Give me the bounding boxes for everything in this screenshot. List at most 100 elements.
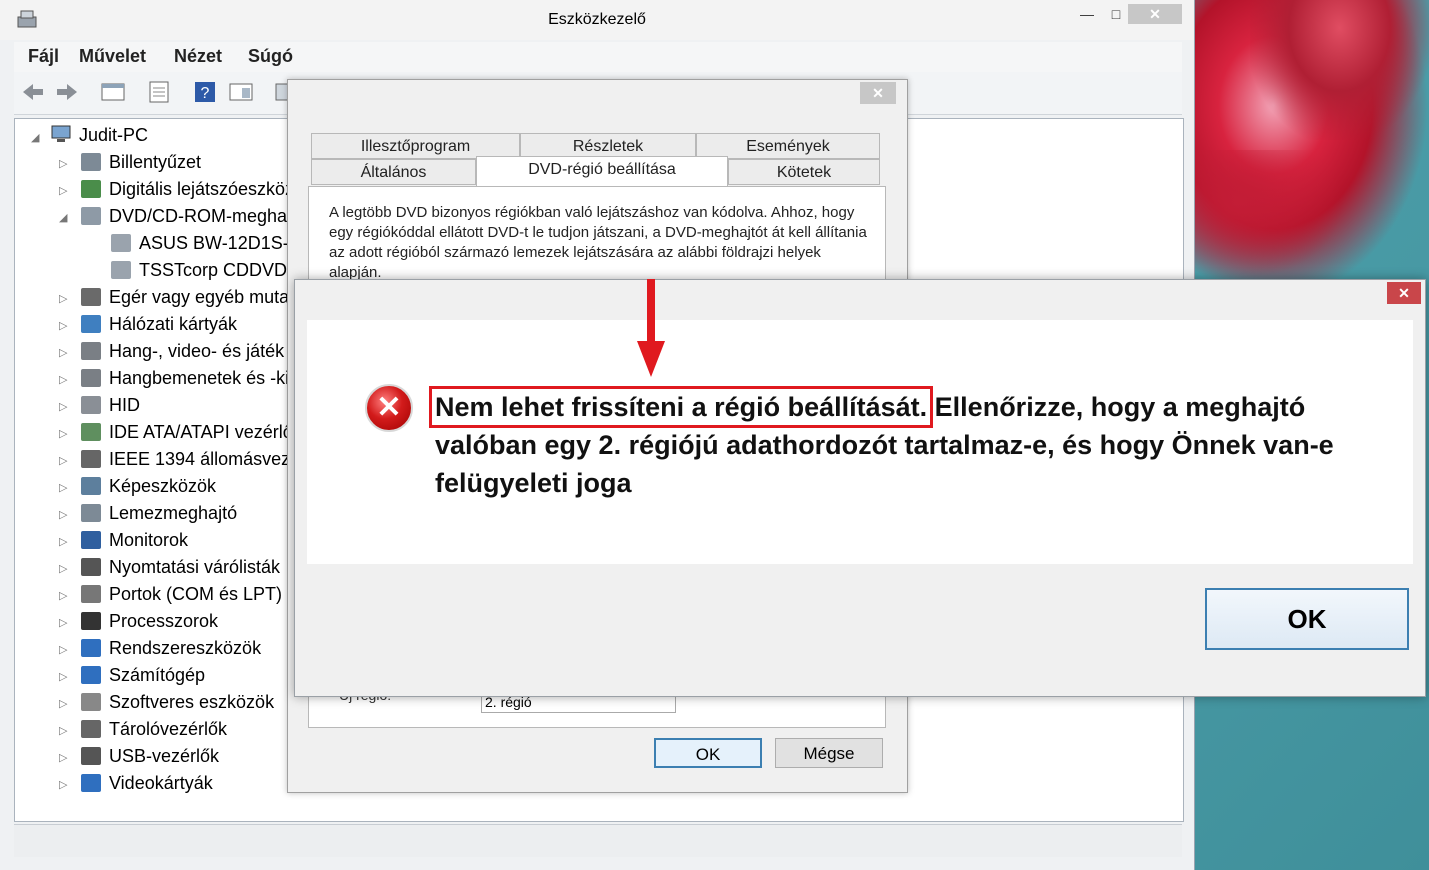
show-hide-console-icon[interactable] bbox=[100, 80, 126, 104]
status-bar bbox=[14, 824, 1182, 857]
device-category-icon bbox=[81, 315, 101, 333]
expand-arrow-icon[interactable]: ▷ bbox=[59, 778, 67, 791]
expand-arrow-icon[interactable]: ▷ bbox=[59, 589, 67, 602]
device-category-icon bbox=[81, 153, 101, 171]
minimize-button[interactable]: — bbox=[1075, 4, 1099, 24]
expand-arrow-icon[interactable]: ▷ bbox=[59, 481, 67, 494]
device-category-icon bbox=[81, 288, 101, 306]
device-category-icon bbox=[81, 612, 101, 630]
collapse-arrow-icon[interactable]: ◢ bbox=[31, 131, 39, 144]
expand-arrow-icon[interactable]: ▷ bbox=[59, 319, 67, 332]
expand-arrow-icon[interactable]: ▷ bbox=[59, 400, 67, 413]
menu-view[interactable]: Nézet bbox=[174, 46, 222, 67]
collapse-arrow-icon[interactable]: ◢ bbox=[59, 211, 67, 224]
tab-general[interactable]: Általános bbox=[311, 159, 476, 185]
tree-device-item[interactable]: TSSTcorp CDDVDW bbox=[139, 258, 304, 282]
tree-category-item[interactable]: Számítógép bbox=[109, 663, 205, 687]
back-arrow-icon[interactable] bbox=[20, 80, 46, 104]
tree-category-item[interactable]: Hálózati kártyák bbox=[109, 312, 237, 336]
expand-arrow-icon[interactable]: ▷ bbox=[59, 346, 67, 359]
expand-arrow-icon[interactable]: ▷ bbox=[59, 373, 67, 386]
properties-cancel-button[interactable]: Mégse bbox=[775, 738, 883, 768]
expand-arrow-icon[interactable]: ▷ bbox=[59, 292, 67, 305]
tree-category-item[interactable]: Rendszereszközök bbox=[109, 636, 261, 660]
menu-file[interactable]: Fájl bbox=[28, 46, 59, 67]
device-category-icon bbox=[81, 180, 101, 198]
tree-category-item[interactable]: Hang-, video- és játék bbox=[109, 339, 284, 363]
close-button[interactable]: ✕ bbox=[1128, 4, 1182, 24]
view-icon[interactable] bbox=[228, 80, 254, 104]
properties-ok-button[interactable]: OK bbox=[654, 738, 762, 768]
expand-arrow-icon[interactable]: ▷ bbox=[59, 427, 67, 440]
tree-category-item[interactable]: Lemezmeghajtó bbox=[109, 501, 237, 525]
tree-category-item[interactable]: Hangbemenetek és -ki bbox=[109, 366, 289, 390]
help-icon[interactable]: ? bbox=[192, 80, 218, 104]
properties-icon[interactable] bbox=[146, 80, 172, 104]
red-arrow-annotation bbox=[637, 279, 665, 377]
device-category-icon bbox=[81, 450, 101, 468]
device-category-icon bbox=[81, 504, 101, 522]
tree-device-item[interactable]: ASUS BW-12D1S-U bbox=[139, 231, 302, 255]
expand-arrow-icon[interactable]: ▷ bbox=[59, 157, 67, 170]
title-bar[interactable]: Eszközkezelő — □ ✕ bbox=[0, 0, 1194, 40]
device-category-icon bbox=[111, 234, 131, 252]
expand-arrow-icon[interactable]: ▷ bbox=[59, 643, 67, 656]
error-message-area: ✕ Nem lehet frissíteni a régió beállítás… bbox=[307, 320, 1413, 564]
window-title: Eszközkezelő bbox=[548, 11, 646, 28]
maximize-button[interactable]: □ bbox=[1104, 4, 1128, 24]
tree-category-item[interactable]: Egér vagy egyéb muta bbox=[109, 285, 289, 309]
device-category-icon bbox=[81, 747, 101, 765]
tree-category-item[interactable]: USB-vezérlők bbox=[109, 744, 219, 768]
expand-arrow-icon[interactable]: ▷ bbox=[59, 670, 67, 683]
tree-category-item[interactable]: IDE ATA/ATAPI vezérlő bbox=[109, 420, 293, 444]
device-category-icon bbox=[81, 369, 101, 387]
expand-arrow-icon[interactable]: ▷ bbox=[59, 454, 67, 467]
device-category-icon bbox=[81, 585, 101, 603]
expand-arrow-icon[interactable]: ▷ bbox=[59, 184, 67, 197]
menu-help[interactable]: Súgó bbox=[248, 46, 293, 67]
wallpaper-flower-petal bbox=[1194, 150, 1344, 280]
expand-arrow-icon[interactable]: ▷ bbox=[59, 724, 67, 737]
device-category-icon bbox=[81, 423, 101, 441]
expand-arrow-icon[interactable]: ▷ bbox=[59, 697, 67, 710]
expand-arrow-icon[interactable]: ▷ bbox=[59, 535, 67, 548]
device-category-icon bbox=[111, 261, 131, 279]
tab-dvd-region[interactable]: DVD-régió beállítása bbox=[476, 156, 728, 186]
error-message: Nem lehet frissíteni a régió beállítását… bbox=[428, 386, 1375, 502]
device-category-icon bbox=[81, 774, 101, 792]
device-category-icon bbox=[81, 207, 101, 225]
device-category-icon bbox=[81, 342, 101, 360]
expand-arrow-icon[interactable]: ▷ bbox=[59, 508, 67, 521]
tree-category-item[interactable]: Képeszközök bbox=[109, 474, 216, 498]
device-category-icon bbox=[81, 720, 101, 738]
tree-category-item[interactable]: Tárolóvezérlők bbox=[109, 717, 227, 741]
menu-action[interactable]: Művelet bbox=[79, 46, 146, 67]
tree-category-item[interactable]: Processzorok bbox=[109, 609, 218, 633]
tree-category-item[interactable]: IEEE 1394 állomásvezér bbox=[109, 447, 306, 471]
tree-category-item[interactable]: Videokártyák bbox=[109, 771, 213, 795]
tab-volumes[interactable]: Kötetek bbox=[728, 159, 880, 185]
tree-root[interactable]: Judit-PC bbox=[79, 123, 148, 147]
expand-arrow-icon[interactable]: ▷ bbox=[59, 616, 67, 629]
tree-category-item[interactable]: HID bbox=[109, 393, 140, 417]
tree-category-item[interactable]: Digitális lejátszóeszköz bbox=[109, 177, 294, 201]
tree-category-item[interactable]: DVD/CD-ROM-megha bbox=[109, 204, 287, 228]
error-message-highlighted: Nem lehet frissíteni a régió beállítását… bbox=[428, 386, 934, 428]
menu-bar: Fájl Művelet Nézet Súgó bbox=[14, 42, 1182, 72]
error-dialog: ✕ ✕ Nem lehet frissíteni a régió beállít… bbox=[294, 279, 1426, 697]
error-close-button[interactable]: ✕ bbox=[1387, 282, 1421, 304]
svg-text:?: ? bbox=[201, 85, 210, 102]
tree-category-item[interactable]: Nyomtatási várólisták bbox=[109, 555, 280, 579]
tree-category-item[interactable]: Monitorok bbox=[109, 528, 188, 552]
tree-category-item[interactable]: Billentyűzet bbox=[109, 150, 201, 174]
expand-arrow-icon[interactable]: ▷ bbox=[59, 562, 67, 575]
error-ok-button[interactable]: OK bbox=[1205, 588, 1409, 650]
device-category-icon bbox=[81, 477, 101, 495]
device-category-icon bbox=[81, 666, 101, 684]
properties-close-button[interactable]: ✕ bbox=[860, 82, 896, 104]
tree-category-item[interactable]: Portok (COM és LPT) bbox=[109, 582, 282, 606]
forward-arrow-icon[interactable] bbox=[54, 80, 80, 104]
tree-category-item[interactable]: Szoftveres eszközök bbox=[109, 690, 274, 714]
wallpaper-flower-petal bbox=[1250, 0, 1429, 140]
expand-arrow-icon[interactable]: ▷ bbox=[59, 751, 67, 764]
